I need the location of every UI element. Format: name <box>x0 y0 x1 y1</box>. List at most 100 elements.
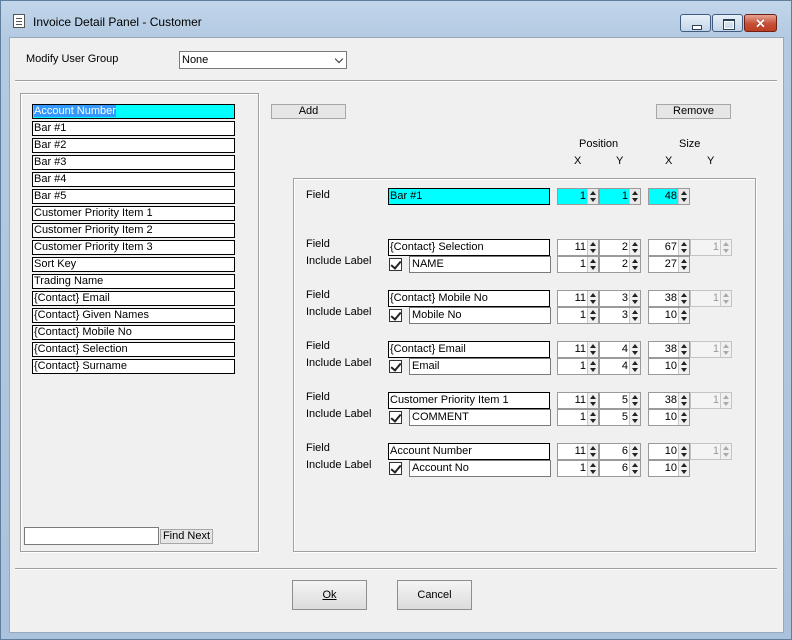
spin-down-icon <box>632 266 638 270</box>
list-item[interactable]: Customer Priority Item 3 <box>32 240 235 255</box>
list-item[interactable]: Bar #3 <box>32 155 235 170</box>
dialog-window: Invoice Detail Panel - Customer ✕ Modify… <box>0 0 792 640</box>
position-y-spinner[interactable]: 3 <box>599 290 641 307</box>
size-x-spinner[interactable]: 10 <box>648 443 690 460</box>
list-item[interactable]: Bar #4 <box>32 172 235 187</box>
position-y-spinner[interactable]: 2 <box>599 239 641 256</box>
label-position-y-spinner[interactable]: 6 <box>599 460 641 477</box>
position-x-spinner[interactable]: 11 <box>557 290 599 307</box>
include-label-checkbox[interactable] <box>389 360 402 373</box>
list-item[interactable]: Bar #5 <box>32 189 235 204</box>
label-position-y-spinner[interactable]: 3 <box>599 307 641 324</box>
position-x-spinner[interactable]: 11 <box>557 443 599 460</box>
size-x-spinner[interactable]: 38 <box>648 341 690 358</box>
current-field-box[interactable]: Bar #1 <box>388 188 550 205</box>
ok-button[interactable]: Ok <box>292 580 367 610</box>
position-x-spinner[interactable]: 11 <box>557 239 599 256</box>
position-y-spinner[interactable]: 6 <box>599 443 641 460</box>
size-x-spinner[interactable]: 38 <box>648 290 690 307</box>
list-item[interactable]: {Contact} Given Names <box>32 308 235 323</box>
list-item[interactable]: Bar #1 <box>32 121 235 136</box>
spin-up-icon <box>632 446 638 450</box>
list-item[interactable]: Customer Priority Item 1 <box>32 206 235 221</box>
maximize-button[interactable] <box>712 14 743 32</box>
remove-button[interactable]: Remove <box>656 104 731 119</box>
label-position-x-spinner[interactable]: 1 <box>557 256 599 273</box>
size-header: Size <box>679 138 701 150</box>
field-name-box[interactable]: {Contact} Email <box>388 341 550 358</box>
include-label-checkbox[interactable] <box>389 411 402 424</box>
spin-down-icon <box>681 317 687 321</box>
size-y-spinner: 1 <box>690 290 732 307</box>
list-item[interactable]: {Contact} Email <box>32 291 235 306</box>
find-next-button[interactable]: Find Next <box>160 529 213 544</box>
label-position-x-spinner[interactable]: 1 <box>557 460 599 477</box>
label-size-spinner[interactable]: 10 <box>648 460 690 477</box>
current-size-x[interactable]: 48 <box>648 188 690 205</box>
field-label: Field <box>306 391 330 403</box>
spin-down-icon <box>681 419 687 423</box>
label-position-x-spinner[interactable]: 1 <box>557 409 599 426</box>
current-position-y[interactable]: 1 <box>599 188 641 205</box>
field-name-box[interactable]: {Contact} Selection <box>388 239 550 256</box>
list-item[interactable]: Bar #2 <box>32 138 235 153</box>
label-text-box[interactable]: Email <box>409 358 551 375</box>
label-text-box[interactable]: COMMENT <box>409 409 551 426</box>
close-button[interactable]: ✕ <box>744 14 777 32</box>
spin-down-icon <box>632 453 638 457</box>
spin-down-icon <box>681 266 687 270</box>
spin-down-icon <box>723 453 729 457</box>
list-item[interactable]: {Contact} Mobile No <box>32 325 235 340</box>
field-label: Field <box>306 340 330 352</box>
cancel-button[interactable]: Cancel <box>397 580 472 610</box>
size-x-spinner[interactable]: 38 <box>648 392 690 409</box>
include-label-text: Include Label <box>306 408 372 420</box>
position-x-spinner[interactable]: 11 <box>557 341 599 358</box>
field-name-box[interactable]: {Contact} Mobile No <box>388 290 550 307</box>
include-label-checkbox[interactable] <box>389 309 402 322</box>
current-position-x[interactable]: 1 <box>557 188 599 205</box>
position-x-spinner[interactable]: 11 <box>557 392 599 409</box>
spin-up-icon <box>632 191 638 195</box>
list-item[interactable]: Account Number <box>32 104 235 119</box>
include-label-checkbox[interactable] <box>389 462 402 475</box>
size-x-spinner[interactable]: 67 <box>648 239 690 256</box>
spin-up-icon <box>681 344 687 348</box>
spin-up-icon <box>590 446 596 450</box>
list-item[interactable]: {Contact} Selection <box>32 342 235 357</box>
label-position-x-spinner[interactable]: 1 <box>557 307 599 324</box>
label-size-spinner[interactable]: 10 <box>648 358 690 375</box>
field-name-box[interactable]: Account Number <box>388 443 550 460</box>
label-position-y-spinner[interactable]: 5 <box>599 409 641 426</box>
label-position-x-spinner[interactable]: 1 <box>557 358 599 375</box>
size-y-spinner: 1 <box>690 341 732 358</box>
list-item[interactable]: Customer Priority Item 2 <box>32 223 235 238</box>
label-size-spinner[interactable]: 10 <box>648 307 690 324</box>
spin-down-icon <box>681 402 687 406</box>
spin-up-icon <box>632 344 638 348</box>
list-item[interactable]: Sort Key <box>32 257 235 272</box>
position-y-spinner[interactable]: 4 <box>599 341 641 358</box>
add-button[interactable]: Add <box>271 104 346 119</box>
minimize-button[interactable] <box>680 14 711 32</box>
label-text-box[interactable]: NAME <box>409 256 551 273</box>
position-y-spinner[interactable]: 5 <box>599 392 641 409</box>
label-position-y-spinner[interactable]: 2 <box>599 256 641 273</box>
label-size-spinner[interactable]: 27 <box>648 256 690 273</box>
user-group-select[interactable]: None <box>179 51 347 69</box>
label-text-box[interactable]: Mobile No <box>409 307 551 324</box>
include-label-checkbox[interactable] <box>389 258 402 271</box>
field-name-box[interactable]: Customer Priority Item 1 <box>388 392 550 409</box>
spin-up-icon <box>590 463 596 467</box>
list-item[interactable]: {Contact} Surname <box>32 359 235 374</box>
include-label-text: Include Label <box>306 459 372 471</box>
spin-up-icon <box>681 259 687 263</box>
label-position-y-spinner[interactable]: 4 <box>599 358 641 375</box>
spin-up-icon <box>723 293 729 297</box>
label-text-box[interactable]: Account No <box>409 460 551 477</box>
label-size-spinner[interactable]: 10 <box>648 409 690 426</box>
list-item[interactable]: Trading Name <box>32 274 235 289</box>
find-input[interactable] <box>24 527 159 545</box>
spin-up-icon <box>681 191 687 195</box>
spin-up-icon <box>590 412 596 416</box>
